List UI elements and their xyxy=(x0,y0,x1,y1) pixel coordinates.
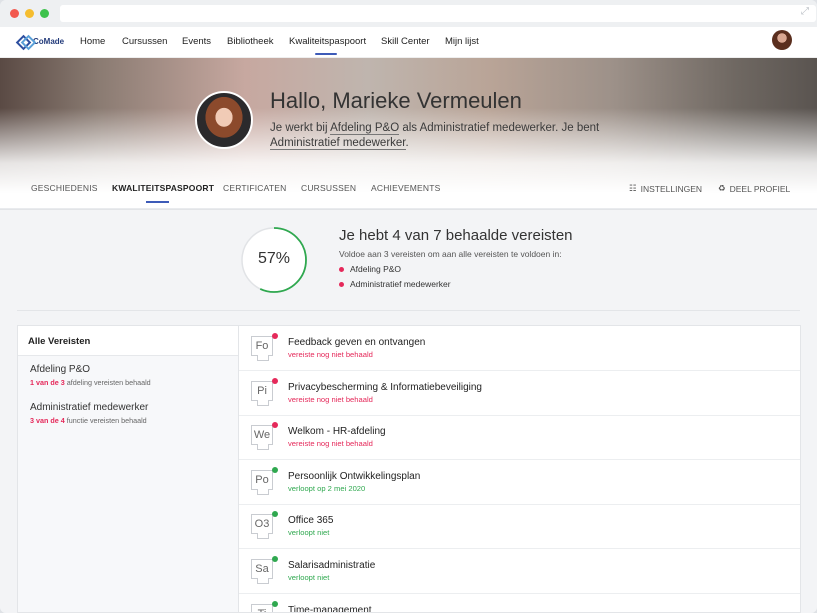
requirement-status: vereiste nog niet behaald xyxy=(288,439,373,449)
status-dot xyxy=(272,422,278,429)
red-bullet-icon xyxy=(339,281,344,287)
requirement-row[interactable]: O3 Office 365 verloopt niet xyxy=(239,504,800,550)
description-suffix: . xyxy=(405,137,409,149)
requirement-badge-icon: Pi xyxy=(251,380,273,406)
browser-chrome: ⤢ xyxy=(0,0,817,27)
nav-item-home[interactable]: Home xyxy=(80,36,105,47)
tab-active-indicator xyxy=(146,201,169,203)
requirement-badge-icon: Sa xyxy=(251,559,273,584)
nav-item-mijn-lijst[interactable]: Mijn lijst xyxy=(445,36,479,47)
summary-item: Afdeling P&O xyxy=(339,264,401,274)
requirement-row[interactable]: Ti Time-management xyxy=(239,594,800,613)
role-link[interactable]: Administratief medewerker xyxy=(270,137,406,150)
filter-group-text: functie vereisten behaald xyxy=(66,416,147,425)
requirement-title: Feedback geven en ontvangen xyxy=(288,337,426,348)
user-avatar[interactable] xyxy=(772,30,792,50)
department-link[interactable]: Afdeling P&O xyxy=(330,122,400,135)
tab-kwaliteitspaspoort[interactable]: KWALITEITSPASPOORT xyxy=(112,183,214,193)
requirement-row[interactable]: Pi Privacybescherming & Informatiebeveili… xyxy=(239,371,800,416)
status-dot xyxy=(272,556,278,562)
settings-button[interactable]: ☷ INSTELLINGEN xyxy=(629,183,702,194)
share-icon: ♻ xyxy=(718,183,726,193)
filter-group-title: Afdeling P&O xyxy=(30,364,91,375)
expand-icon[interactable]: ⤢ xyxy=(801,6,809,17)
close-dot[interactable] xyxy=(10,9,19,18)
filter-group-count: 3 van de 4 xyxy=(30,416,65,425)
nav-item-cursussen[interactable]: Cursussen xyxy=(122,36,167,47)
profile-tabs: GESCHIEDENIS KWALITEITSPASPOORT CERTIFIC… xyxy=(0,170,817,208)
tab-geschiedenis[interactable]: GESCHIEDENIS xyxy=(31,183,98,193)
comade-logo-icon xyxy=(18,36,30,46)
requirement-status: verloopt niet xyxy=(288,528,330,538)
requirements-filter-panel: Alle Vereisten Afdeling P&O 1 van de 3 a… xyxy=(17,325,238,613)
filter-group-afdeling[interactable]: Afdeling P&O 1 van de 3 afdeling vereist… xyxy=(30,364,151,387)
maximize-dot[interactable] xyxy=(40,9,49,18)
requirement-title: Privacybescherming & Informatiebeveiligi… xyxy=(288,381,482,393)
address-bar[interactable] xyxy=(60,5,816,22)
requirement-badge-icon: O3 xyxy=(251,514,273,540)
nav-item-bibliotheek[interactable]: Bibliotheek xyxy=(227,36,273,47)
nav-item-events[interactable]: Events xyxy=(182,36,211,47)
red-bullet-icon xyxy=(339,266,344,272)
minimize-dot[interactable] xyxy=(25,9,34,18)
filter-group-count: 1 van de 3 xyxy=(30,378,65,387)
requirement-title: Time-management xyxy=(288,604,372,613)
nav-active-indicator xyxy=(315,53,337,55)
requirement-badge-icon: We xyxy=(251,425,273,451)
filter-group-functie[interactable]: Administratief medewerker 3 van de 4 fun… xyxy=(30,402,148,425)
filter-group-progress: 3 van de 4 functie vereisten behaald xyxy=(30,416,148,425)
status-dot xyxy=(272,511,278,518)
progress-percent: 57% xyxy=(257,250,291,267)
requirement-row[interactable]: Sa Salarisadministratie verloopt niet xyxy=(239,549,800,594)
requirement-badge-icon: Fo xyxy=(251,336,273,361)
requirement-title: Persoonlijk Ontwikkelingsplan xyxy=(288,470,421,482)
greeting-heading: Hallo, Marieke Vermeulen xyxy=(270,88,522,113)
description-middle: als Administratief medewerker. Je bent xyxy=(402,122,600,134)
filter-group-title: Administratief medewerker xyxy=(30,402,149,413)
requirement-title: Welkom - HR-afdeling xyxy=(288,426,386,438)
requirement-row[interactable]: We Welkom - HR-afdeling vereiste nog niet … xyxy=(239,415,800,461)
logo-text: CoMade xyxy=(33,36,65,46)
logo[interactable]: CoMade xyxy=(18,36,64,46)
nav-item-skill-center[interactable]: Skill Center xyxy=(381,36,430,47)
section-divider xyxy=(17,310,800,311)
filter-group-text: afdeling vereisten behaald xyxy=(66,378,151,387)
share-label: DEEL PROFIEL xyxy=(729,183,791,194)
browser-window: ⤢ CoMade Home Cursussen Events Bibliothe… xyxy=(0,0,817,613)
requirement-status: verloopt op 2 mei 2020 xyxy=(288,483,366,493)
profile-description: Je werkt bij Afdeling P&O als Administra… xyxy=(270,121,630,151)
top-navigation: CoMade Home Cursussen Events Bibliotheek… xyxy=(0,27,817,58)
status-dot xyxy=(272,466,278,473)
requirement-title: Salarisadministratie xyxy=(288,560,376,571)
share-profile-button[interactable]: ♻ DEEL PROFIEL xyxy=(718,183,790,194)
tab-achievements[interactable]: ACHIEVEMENTS xyxy=(371,183,440,193)
summary-item-label: Administratief medewerker xyxy=(350,279,451,289)
all-requirements-heading[interactable]: Alle Vereisten xyxy=(18,326,238,356)
nav-item-kwaliteitspaspoort[interactable]: Kwaliteitspaspoort xyxy=(289,36,366,47)
requirement-title: Office 365 xyxy=(288,515,334,527)
tab-certificaten[interactable]: CERTIFICATEN xyxy=(223,183,286,193)
tab-cursussen[interactable]: CURSUSSEN xyxy=(301,183,356,193)
requirement-status: vereiste nog niet behaald xyxy=(288,350,373,359)
summary-title: Je hebt 4 van 7 behaalde vereisten xyxy=(339,227,573,244)
settings-label: INSTELLINGEN xyxy=(640,183,703,194)
sliders-icon: ☷ xyxy=(629,183,637,193)
status-dot xyxy=(272,377,278,384)
requirement-status: verloopt niet xyxy=(288,573,330,582)
status-dot xyxy=(272,333,278,339)
summary-item: Administratief medewerker xyxy=(339,279,451,289)
requirements-list: Fo Feedback geven en ontvangen vereiste no… xyxy=(238,325,801,613)
description-prefix: Je werkt bij xyxy=(270,122,328,134)
requirement-badge-icon: Po xyxy=(251,469,273,495)
filter-group-progress: 1 van de 3 afdeling vereisten behaald xyxy=(30,378,151,387)
profile-avatar xyxy=(195,91,253,149)
summary-subtitle: Voldoe aan 3 vereisten om aan alle verei… xyxy=(339,249,562,259)
requirement-row[interactable]: Fo Feedback geven en ontvangen vereiste no… xyxy=(239,326,800,371)
requirement-status: vereiste nog niet behaald xyxy=(288,394,373,404)
requirement-badge-icon: Ti xyxy=(251,603,273,612)
status-dot xyxy=(272,600,278,607)
requirement-row[interactable]: Po Persoonlijk Ontwikkelingsplan verloopt … xyxy=(239,460,800,505)
summary-item-label: Afdeling P&O xyxy=(350,264,402,274)
